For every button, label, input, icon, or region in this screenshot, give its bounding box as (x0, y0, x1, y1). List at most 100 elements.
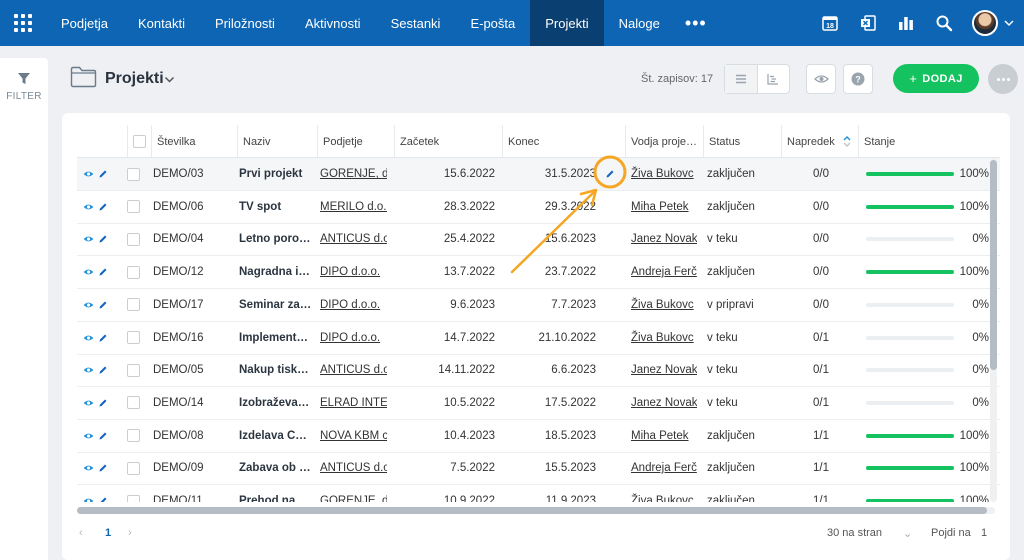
cell-lead-link[interactable]: Živa Bukovc (631, 158, 697, 190)
cell-lead-link[interactable]: Miha Petek (631, 420, 697, 452)
edit-pencil-icon[interactable] (98, 463, 108, 473)
apps-grid-button[interactable] (0, 0, 46, 46)
nav-item-naloge[interactable]: Naloge (604, 0, 675, 46)
edit-pencil-icon[interactable] (98, 365, 108, 375)
table-row[interactable]: DEMO/05 Nakup tisk… ANTICUS d.o 14.11.2022 6… (77, 354, 1000, 388)
view-eye-icon[interactable] (83, 366, 94, 374)
nav-item-projekti[interactable]: Projekti (530, 0, 604, 46)
cell-lead-link[interactable]: Janez Novak (631, 223, 697, 255)
calendar-icon[interactable]: 18 (820, 13, 840, 33)
col-stanje[interactable]: Stanje (858, 125, 1000, 158)
table-row[interactable]: DEMO/06 TV spot MERILO d.o.o 28.3.2022 29.3.… (77, 191, 1000, 224)
cell-company-link[interactable]: DIPO d.o.o. (320, 256, 387, 288)
add-button[interactable]: + DODAJ (893, 64, 979, 93)
row-checkbox[interactable] (127, 461, 140, 475)
row-checkbox[interactable] (127, 265, 140, 279)
table-row[interactable]: DEMO/12 Nagradna i… DIPO d.o.o. 13.7.2022 23… (77, 256, 1000, 290)
view-eye-icon[interactable] (83, 432, 94, 440)
table-row[interactable]: DEMO/11 Prehod na … GORENJE, d 10.9.2022 11.… (77, 485, 1000, 502)
cell-company-link[interactable]: DIPO d.o.o. (320, 289, 387, 321)
page-number[interactable]: 1 (105, 527, 111, 539)
cell-lead-link[interactable]: Andreja Ferč (631, 256, 697, 288)
nav-item-aktivnosti[interactable]: Aktivnosti (290, 0, 376, 46)
cell-company-link[interactable]: ELRAD INTE (320, 387, 387, 419)
list-view-button[interactable] (725, 65, 757, 93)
chevron-down-icon[interactable] (1004, 13, 1014, 33)
table-row[interactable]: DEMO/03 Prvi projekt GORENJE, d 15.6.2022 31… (77, 158, 1000, 191)
table-row[interactable]: DEMO/14 Izobraževa… ELRAD INTE 10.5.2022 17.… (77, 387, 1000, 420)
watch-button[interactable] (806, 64, 836, 94)
view-eye-icon[interactable] (83, 497, 94, 502)
filter-sidebar[interactable]: FILTER (0, 58, 48, 560)
view-eye-icon[interactable] (83, 301, 94, 309)
col-vodja[interactable]: Vodja proje… (625, 125, 703, 158)
nav-item-kontakti[interactable]: Kontakti (123, 0, 200, 46)
table-row[interactable]: DEMO/04 Letno poro… ANTICUS d.o 25.4.2022 15… (77, 223, 1000, 257)
cell-company-link[interactable]: DIPO d.o.o. (320, 322, 387, 354)
cell-lead-link[interactable]: Živa Bukovc (631, 485, 697, 502)
view-eye-icon[interactable] (83, 203, 94, 211)
row-checkbox[interactable] (127, 363, 140, 377)
reports-icon[interactable] (896, 13, 916, 33)
page-size-select[interactable]: 30 na stran (827, 527, 882, 539)
edit-pencil-icon[interactable] (98, 398, 108, 408)
row-checkbox[interactable] (127, 298, 140, 312)
cell-company-link[interactable]: ANTICUS d.o (320, 452, 387, 484)
cell-company-link[interactable]: MERILO d.o.o (320, 191, 387, 223)
edit-pencil-icon[interactable] (98, 202, 108, 212)
nav-more-button[interactable]: ••• (675, 0, 717, 46)
row-checkbox[interactable] (127, 232, 140, 246)
cell-company-link[interactable]: GORENJE, d (320, 485, 387, 502)
nav-item-e-po-ta[interactable]: E-pošta (455, 0, 530, 46)
next-page-button[interactable]: › (128, 527, 132, 539)
select-all-checkbox[interactable] (133, 135, 146, 148)
cell-lead-link[interactable]: Miha Petek (631, 191, 697, 223)
cell-lead-link[interactable]: Živa Bukovc (631, 322, 697, 354)
row-checkbox[interactable] (127, 167, 140, 181)
table-row[interactable]: DEMO/09 Zabava ob … ANTICUS d.o 7.5.2022 15.… (77, 452, 1000, 486)
view-eye-icon[interactable] (83, 464, 94, 472)
gantt-view-button[interactable] (756, 65, 790, 93)
view-eye-icon[interactable] (83, 268, 94, 276)
col-status[interactable]: Status (703, 125, 781, 158)
row-checkbox[interactable] (127, 494, 140, 502)
col-podjetje[interactable]: Podjetje (317, 125, 394, 158)
cell-company-link[interactable]: GORENJE, d (320, 158, 387, 190)
exchange-icon[interactable] (858, 13, 878, 33)
row-edit-icon[interactable] (605, 158, 621, 190)
horizontal-scroll-thumb[interactable] (77, 507, 987, 514)
help-button[interactable]: ? (843, 64, 873, 94)
go-to-page-input[interactable]: 1 (981, 527, 987, 539)
cell-company-link[interactable]: ANTICUS d.o (320, 354, 387, 386)
edit-pencil-icon[interactable] (98, 333, 108, 343)
edit-pencil-icon[interactable] (98, 267, 108, 277)
col-stevilka[interactable]: Številka (151, 125, 237, 158)
view-eye-icon[interactable] (83, 399, 94, 407)
view-eye-icon[interactable] (83, 235, 94, 243)
row-checkbox[interactable] (127, 200, 140, 214)
cell-company-link[interactable]: NOVA KBM c (320, 420, 387, 452)
nav-item-prilo-nosti[interactable]: Priložnosti (200, 0, 290, 46)
horizontal-scrollbar[interactable] (77, 507, 995, 514)
more-options-button[interactable] (988, 64, 1018, 94)
row-checkbox[interactable] (127, 331, 140, 344)
table-row[interactable]: DEMO/17 Seminar za… DIPO d.o.o. 9.6.2023 7.7… (77, 289, 1000, 322)
table-row[interactable]: DEMO/08 Izdelava C… NOVA KBM c 10.4.2023 18.… (77, 420, 1000, 453)
cell-company-link[interactable]: ANTICUS d.o (320, 223, 387, 255)
page-title[interactable]: Projekti (105, 70, 164, 88)
cell-lead-link[interactable]: Živa Bukovc (631, 289, 697, 321)
edit-pencil-icon[interactable] (98, 169, 108, 179)
view-eye-icon[interactable] (83, 170, 94, 178)
cell-lead-link[interactable]: Janez Novak (631, 354, 697, 386)
page-size-caret-icon[interactable]: ⌄ (903, 527, 912, 540)
edit-pencil-icon[interactable] (98, 300, 108, 310)
edit-pencil-icon[interactable] (98, 234, 108, 244)
title-chevron-icon[interactable] (164, 72, 175, 90)
cell-lead-link[interactable]: Andreja Ferč (631, 452, 697, 484)
col-naziv[interactable]: Naziv (237, 125, 317, 158)
avatar[interactable] (972, 10, 998, 36)
vertical-scrollbar[interactable] (990, 158, 997, 502)
col-zacetek[interactable]: Začetek (394, 125, 502, 158)
nav-item-sestanki[interactable]: Sestanki (376, 0, 456, 46)
row-checkbox[interactable] (127, 429, 140, 443)
